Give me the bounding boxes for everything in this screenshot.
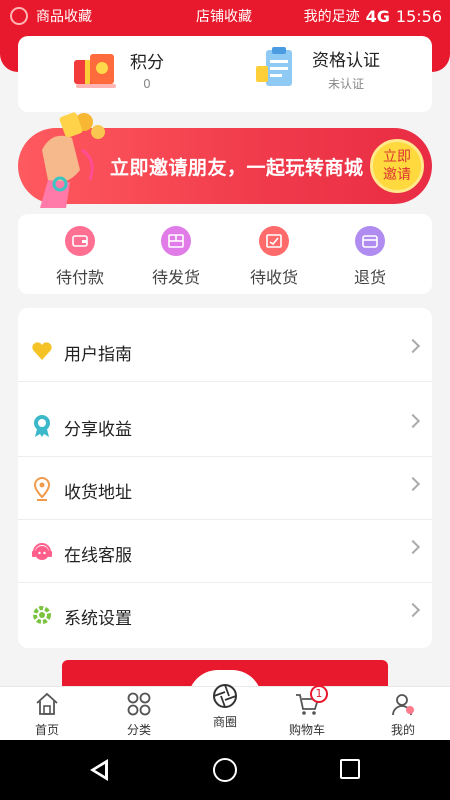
back-icon-inner bbox=[95, 764, 105, 776]
recent-apps-icon[interactable] bbox=[340, 759, 360, 779]
package-icon bbox=[161, 226, 191, 256]
order-label: 待付款 bbox=[55, 268, 104, 287]
tab-label: 商圈 bbox=[212, 715, 237, 729]
hand-holding-coins-icon bbox=[40, 112, 105, 208]
menu-item-label: 在线客服 bbox=[64, 546, 132, 566]
system-navigation-bar bbox=[0, 740, 450, 800]
chevron-right-icon bbox=[405, 413, 421, 429]
chevron-right-icon bbox=[405, 539, 421, 555]
headset-icon bbox=[30, 540, 54, 564]
tab-category[interactable]: 分类 bbox=[104, 691, 174, 738]
tab-business-circle[interactable]: 商圈 bbox=[190, 683, 260, 730]
network-indicator: 4G bbox=[365, 6, 390, 26]
menu-item-system-settings[interactable]: 系统设置 bbox=[18, 583, 432, 646]
home-icon bbox=[34, 691, 60, 717]
bottom-tab-bar: 首页 分类 商圈 1 购物车 我的 bbox=[0, 683, 450, 740]
wallet-icon bbox=[65, 226, 95, 256]
tab-label: 分类 bbox=[126, 723, 151, 737]
order-label: 待发货 bbox=[151, 268, 200, 287]
points-value: 0 bbox=[143, 76, 151, 91]
favorite-shops-tab[interactable]: 店铺收藏 bbox=[196, 6, 252, 26]
order-pending-receipt[interactable]: 待收货 bbox=[234, 226, 314, 288]
menu-item-label: 分享收益 bbox=[64, 420, 132, 440]
user-icon bbox=[390, 691, 416, 717]
receipt-icon bbox=[259, 226, 289, 256]
cart-badge: 1 bbox=[310, 685, 328, 703]
chevron-right-icon bbox=[405, 602, 421, 618]
tab-mine[interactable]: 我的 bbox=[368, 691, 438, 738]
menu-item-online-service[interactable]: 在线客服 bbox=[18, 520, 432, 583]
points-entry[interactable]: 积分 0 bbox=[68, 44, 164, 94]
tab-cart[interactable]: 1 购物车 bbox=[272, 685, 342, 738]
gift-icon bbox=[68, 44, 122, 94]
order-label: 退货 bbox=[353, 268, 386, 287]
chevron-right-icon bbox=[405, 338, 421, 354]
favorite-products-tab[interactable]: 商品收藏 bbox=[36, 6, 92, 26]
invite-button-line1: 立即 bbox=[383, 149, 411, 165]
brightness-icon bbox=[10, 7, 28, 25]
invite-button[interactable]: 立即 邀请 bbox=[370, 139, 424, 193]
grid-icon bbox=[126, 691, 152, 717]
tab-home[interactable]: 首页 bbox=[12, 691, 82, 738]
menu-item-label: 收货地址 bbox=[64, 483, 132, 503]
aperture-icon bbox=[212, 683, 238, 709]
verification-entry[interactable]: 资格认证 未认证 bbox=[250, 44, 380, 94]
settings-menu: 用户指南 分享收益 收货地址 在线客服 系统设置 bbox=[18, 308, 432, 648]
tab-label: 我的 bbox=[390, 723, 415, 737]
menu-item-share-earnings[interactable]: 分享收益 bbox=[18, 394, 432, 457]
clock: 15:56 bbox=[395, 6, 442, 26]
verification-status: 未认证 bbox=[327, 77, 364, 91]
account-summary-card: 积分 0 资格认证 未认证 bbox=[18, 36, 432, 112]
points-title: 积分 bbox=[130, 52, 164, 73]
menu-item-user-guide[interactable]: 用户指南 bbox=[18, 319, 432, 382]
order-pending-payment[interactable]: 待付款 bbox=[40, 226, 120, 288]
order-returns[interactable]: 退货 bbox=[330, 226, 410, 288]
order-status-bar: 待付款 待发货 待收货 退货 bbox=[18, 214, 432, 294]
home-button-icon[interactable] bbox=[213, 758, 237, 782]
invite-text: 立即邀请朋友，一起玩转商城 bbox=[110, 157, 364, 179]
tab-label: 首页 bbox=[34, 723, 59, 737]
order-pending-shipment[interactable]: 待发货 bbox=[136, 226, 216, 288]
footprint-tab[interactable]: 我的足迹 bbox=[304, 6, 360, 26]
clipboard-icon bbox=[250, 44, 304, 94]
chevron-right-icon bbox=[405, 476, 421, 492]
tab-label: 购物车 bbox=[288, 723, 325, 737]
order-label: 待收货 bbox=[249, 268, 298, 287]
return-box-icon bbox=[355, 226, 385, 256]
menu-item-label: 用户指南 bbox=[64, 345, 132, 365]
status-bar: 商品收藏 店铺收藏 我的足迹 4G 15:56 bbox=[0, 0, 450, 30]
invite-button-line2: 邀请 bbox=[383, 167, 411, 183]
cart-icon: 1 bbox=[294, 685, 328, 717]
verification-title: 资格认证 bbox=[312, 51, 380, 71]
ribbon-icon bbox=[30, 414, 54, 438]
menu-item-shipping-address[interactable]: 收货地址 bbox=[18, 457, 432, 520]
gear-icon bbox=[30, 603, 54, 627]
location-pin-icon bbox=[30, 477, 54, 501]
heart-icon bbox=[30, 339, 54, 363]
menu-item-label: 系统设置 bbox=[64, 609, 132, 629]
